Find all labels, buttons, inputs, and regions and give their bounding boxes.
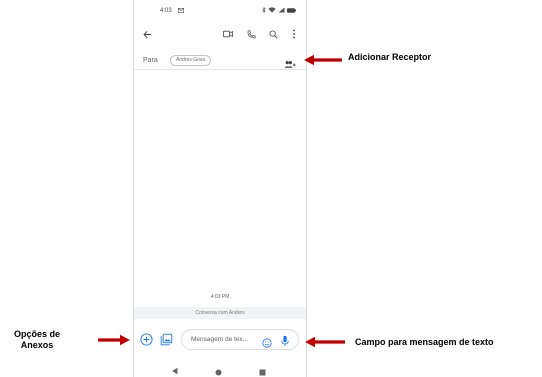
group-add-icon [284, 61, 296, 68]
nav-home-button[interactable] [215, 363, 222, 377]
gallery-icon [160, 333, 173, 346]
arrow-left-icon [142, 30, 151, 38]
emoji-button[interactable] [262, 335, 272, 348]
status-bar: 4:03 [134, 0, 306, 18]
search-icon [268, 29, 278, 39]
nav-back-button[interactable] [171, 362, 179, 377]
add-circle-icon [140, 333, 153, 346]
text-field-callout: Campo para mensagem de texto [355, 337, 494, 347]
search-button[interactable] [267, 28, 279, 40]
navigation-bar [134, 359, 306, 377]
add-recipient-arrow-icon [304, 54, 342, 66]
status-icons [262, 7, 296, 13]
compose-row: Mensagem de tex... [134, 327, 306, 355]
call-button[interactable] [245, 28, 257, 40]
recipient-row: Para Andres Gosa [134, 54, 306, 70]
message-notification-icon [178, 8, 184, 13]
add-recipient-button[interactable] [284, 56, 296, 68]
emoji-icon [262, 338, 272, 348]
back-button[interactable] [141, 28, 153, 40]
nav-back-triangle-icon [172, 367, 178, 375]
video-call-button[interactable] [222, 28, 234, 40]
app-bar [134, 28, 306, 44]
text-field-arrow-icon [305, 336, 345, 348]
nav-recents-square-icon [259, 369, 266, 376]
attachment-options-callout: Opções de Anexos [13, 329, 60, 350]
recipient-chip[interactable]: Andres Gosa [170, 55, 212, 66]
bluetooth-icon [262, 7, 266, 13]
mic-icon [281, 335, 289, 346]
attachment-arrow-icon [98, 334, 130, 346]
wifi-icon [268, 7, 276, 13]
battery-icon [287, 7, 296, 13]
to-label: Para [143, 57, 158, 64]
conversation-hint: Conversa com Andres [134, 307, 306, 319]
signal-icon [278, 7, 285, 13]
gallery-button[interactable] [160, 333, 173, 346]
message-placeholder: Mensagem de tex... [191, 336, 249, 343]
conversation-area [134, 71, 306, 307]
more-options-button[interactable] [288, 28, 300, 40]
nav-recents-button[interactable] [259, 363, 266, 377]
nav-home-circle-icon [215, 369, 222, 376]
phone-screen: 4:03 Para Andres Gosa 4:03 PM Conversa c… [133, 0, 307, 377]
add-recipient-callout: Adicionar Receptor [348, 52, 432, 62]
attach-options-button[interactable] [140, 333, 153, 346]
more-vert-icon [293, 29, 295, 39]
message-timestamp: 4:03 PM [210, 294, 230, 300]
voice-input-button[interactable] [280, 334, 290, 346]
phone-icon [247, 29, 256, 38]
message-input[interactable]: Mensagem de tex... [181, 329, 299, 350]
video-camera-icon [223, 30, 233, 38]
status-time: 4:03 [160, 8, 172, 14]
